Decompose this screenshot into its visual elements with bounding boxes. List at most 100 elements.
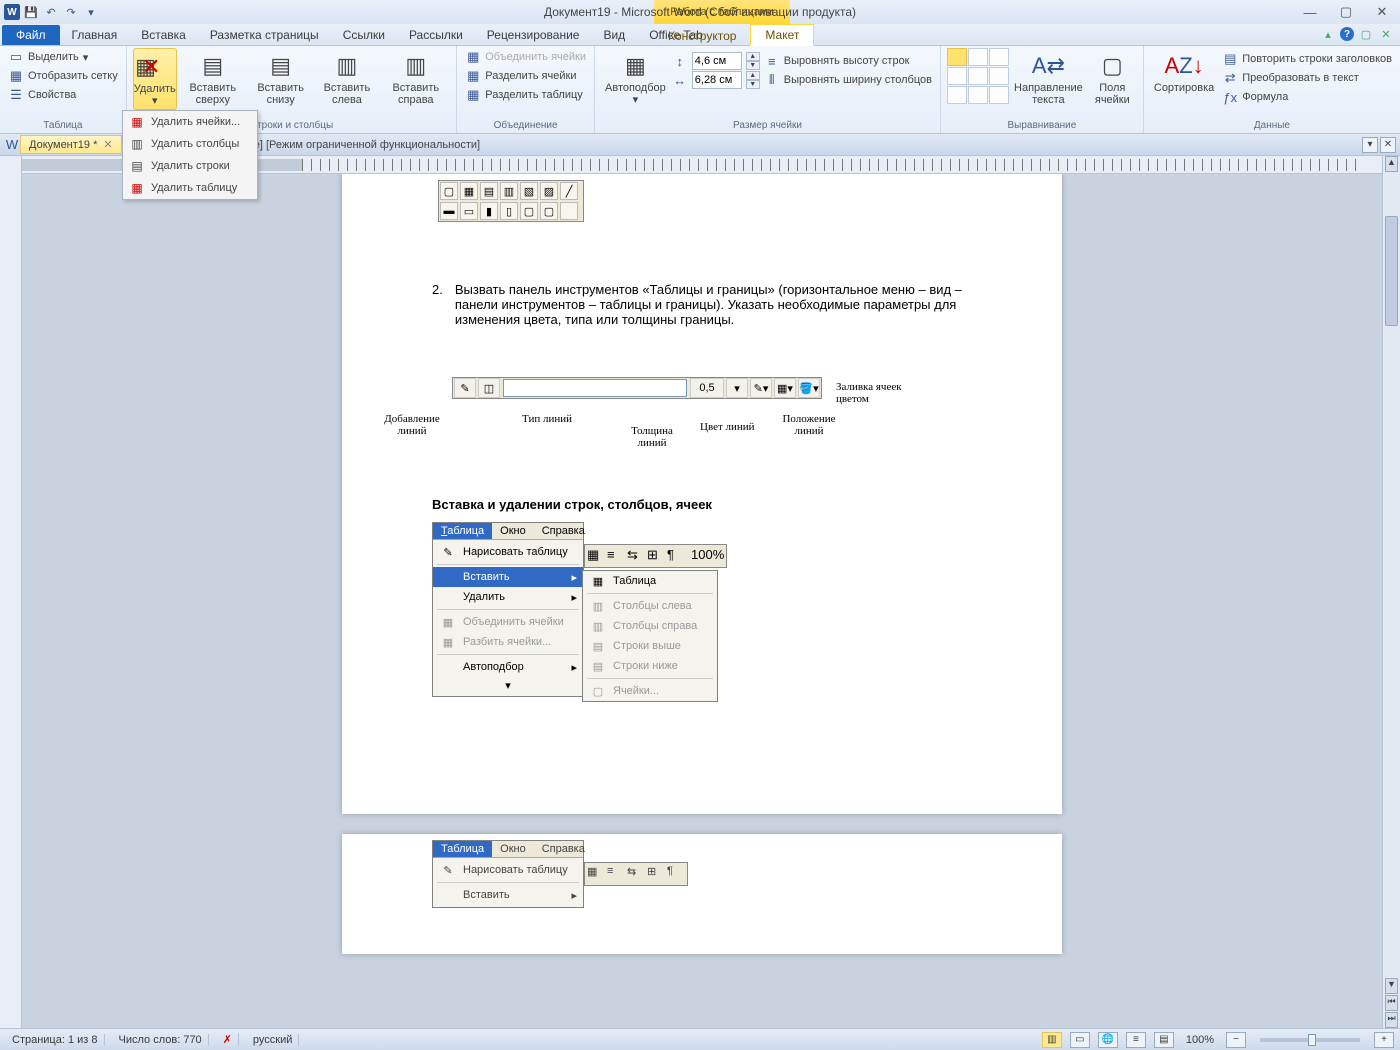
delete-table-item[interactable]: ▦Удалить таблицу: [123, 177, 257, 199]
file-tab[interactable]: Файл: [2, 25, 60, 45]
delete-button[interactable]: ▦✕ Удалить▾: [133, 48, 177, 110]
dist-rows-icon: ≡: [764, 53, 780, 69]
tab-table-layout[interactable]: Макет: [750, 24, 814, 46]
zoom-in-button[interactable]: +: [1374, 1032, 1394, 1048]
close-document-icon[interactable]: ✕: [1378, 26, 1394, 42]
tab-insert[interactable]: Вставка: [129, 25, 198, 45]
align-bc[interactable]: [968, 86, 988, 104]
row-height-input[interactable]: ↕ ▲▼: [672, 52, 760, 70]
align-mr[interactable]: [989, 67, 1009, 85]
zoom-out-button[interactable]: −: [1226, 1032, 1246, 1048]
group-table: ▭Выделить ▾ ▦Отобразить сетку ☰Свойства …: [0, 46, 127, 133]
tab-home[interactable]: Главная: [60, 25, 130, 45]
status-proofing[interactable]: ✗: [217, 1033, 239, 1046]
doctab-menu-icon[interactable]: ▾: [1362, 137, 1378, 153]
insert-below-icon: ▤: [265, 50, 297, 82]
minimize-button[interactable]: —: [1296, 4, 1324, 20]
embedded-zoom-value: 100%: [691, 547, 724, 565]
sort-button[interactable]: AZ↓ Сортировка: [1150, 48, 1218, 96]
status-page[interactable]: Страница: 1 из 8: [6, 1034, 105, 1046]
vertical-ruler[interactable]: [0, 156, 22, 1028]
autofit-button[interactable]: ▦ Автоподбор▾: [601, 48, 670, 108]
document-area[interactable]: ▢▦▤▥▧▨╱ ▬▭▮▯▢▢ 2. Вызвать панель инструм…: [22, 174, 1382, 1028]
delete-columns-item[interactable]: ▥Удалить столбцы: [123, 133, 257, 155]
doctab-close-all-icon[interactable]: ✕: [1380, 137, 1396, 153]
view-print-layout[interactable]: ▥: [1042, 1032, 1062, 1048]
embedded-toolbar-figure: ✎ ◫ 0,5 ▾ ✎▾ ▦▾ 🪣▾ Добавление линий Тип …: [432, 377, 972, 467]
maximize-button[interactable]: ▢: [1332, 4, 1360, 20]
tab-review[interactable]: Рецензирование: [475, 25, 592, 45]
align-tl[interactable]: [947, 48, 967, 66]
redo-icon[interactable]: ↷: [62, 3, 80, 21]
tab-view[interactable]: Вид: [591, 25, 637, 45]
align-br[interactable]: [989, 86, 1009, 104]
height-down[interactable]: ▼: [746, 61, 760, 70]
scroll-thumb[interactable]: [1385, 216, 1398, 326]
width-up[interactable]: ▲: [746, 71, 760, 80]
view-web[interactable]: 🌐: [1098, 1032, 1118, 1048]
insert-right-button[interactable]: ▥ Вставить справа: [381, 48, 450, 108]
scroll-down-icon[interactable]: ▼: [1385, 978, 1398, 994]
text-direction-button[interactable]: A⇄ Направление текста: [1011, 48, 1086, 108]
doctab-close-icon[interactable]: ✕: [103, 138, 112, 151]
distribute-rows-button[interactable]: ≡Выровнять высоту строк: [762, 52, 934, 70]
cell-margins-button[interactable]: ▢ Поля ячейки: [1088, 48, 1137, 108]
properties-button[interactable]: ☰Свойства: [6, 86, 120, 104]
width-down[interactable]: ▼: [746, 80, 760, 89]
col-width-field[interactable]: [692, 71, 742, 89]
vertical-scrollbar[interactable]: ▲ ▼ ⏮ ⏭: [1382, 156, 1400, 1028]
formula-button[interactable]: ƒxФормула: [1220, 88, 1394, 106]
insert-above-icon: ▤: [197, 50, 229, 82]
view-outline[interactable]: ≡: [1126, 1032, 1146, 1048]
split-cells-button[interactable]: ▦Разделить ячейки: [463, 67, 588, 85]
scroll-up-icon[interactable]: ▲: [1385, 156, 1398, 172]
tab-references[interactable]: Ссылки: [331, 25, 397, 45]
zoom-value[interactable]: 100%: [1186, 1034, 1214, 1046]
insert-above-button[interactable]: ▤ Вставить сверху: [179, 48, 247, 108]
save-icon[interactable]: 💾: [22, 3, 40, 21]
tab-table-design[interactable]: Конструктор: [654, 26, 750, 46]
distribute-cols-button[interactable]: ⦀Выровнять ширину столбцов: [762, 71, 934, 89]
status-language[interactable]: русский: [247, 1034, 299, 1046]
merge-cells-button[interactable]: ▦Объединить ячейки: [463, 48, 588, 66]
height-icon: ↕: [672, 53, 688, 69]
col-width-input[interactable]: ↔ ▲▼: [672, 71, 760, 89]
prev-page-icon[interactable]: ⏮: [1385, 995, 1398, 1011]
annot-thickness: Толщина линий: [622, 425, 682, 449]
view-draft[interactable]: ▤: [1154, 1032, 1174, 1048]
next-page-icon[interactable]: ⏭: [1385, 1012, 1398, 1028]
tab-mailings[interactable]: Рассылки: [397, 25, 475, 45]
height-up[interactable]: ▲: [746, 52, 760, 61]
view-full-screen[interactable]: ▭: [1070, 1032, 1090, 1048]
delete-rows-item[interactable]: ▤Удалить строки: [123, 155, 257, 177]
align-tc[interactable]: [968, 48, 988, 66]
select-button[interactable]: ▭Выделить ▾: [6, 48, 120, 66]
insert-left-button[interactable]: ▥ Вставить слева: [314, 48, 379, 108]
insert-left-label: Вставить слева: [318, 82, 375, 106]
align-ml[interactable]: [947, 67, 967, 85]
align-tr[interactable]: [989, 48, 1009, 66]
insert-below-button[interactable]: ▤ Вставить снизу: [249, 48, 313, 108]
convert-to-text-button[interactable]: ⇄Преобразовать в текст: [1220, 69, 1394, 87]
restore-window-icon[interactable]: ▢: [1358, 26, 1374, 42]
delete-cells-item[interactable]: ▦Удалить ячейки...: [123, 111, 257, 133]
zoom-knob[interactable]: [1308, 1034, 1316, 1046]
align-mc[interactable]: [968, 67, 988, 85]
split-table-button[interactable]: ▦Разделить таблицу: [463, 86, 588, 104]
help-icon[interactable]: ?: [1340, 27, 1354, 41]
tab-page-layout[interactable]: Разметка страницы: [198, 25, 331, 45]
smi-rows-above: ▤Строки выше: [583, 636, 717, 656]
zoom-slider[interactable]: [1260, 1038, 1360, 1042]
cell-margins-icon: ▢: [1096, 50, 1128, 82]
doctab-active[interactable]: Документ19 * ✕: [20, 135, 122, 154]
align-bl[interactable]: [947, 86, 967, 104]
close-button[interactable]: ✕: [1368, 4, 1396, 20]
row-height-field[interactable]: [692, 52, 742, 70]
repeat-header-button[interactable]: ▤Повторить строки заголовков: [1220, 50, 1394, 68]
status-word-count[interactable]: Число слов: 770: [113, 1034, 209, 1046]
merge-icon: ▦: [465, 49, 481, 65]
view-gridlines-button[interactable]: ▦Отобразить сетку: [6, 67, 120, 85]
qat-customize-icon[interactable]: ▾: [82, 3, 100, 21]
minimize-ribbon-icon[interactable]: ▴: [1320, 26, 1336, 42]
undo-icon[interactable]: ↶: [42, 3, 60, 21]
